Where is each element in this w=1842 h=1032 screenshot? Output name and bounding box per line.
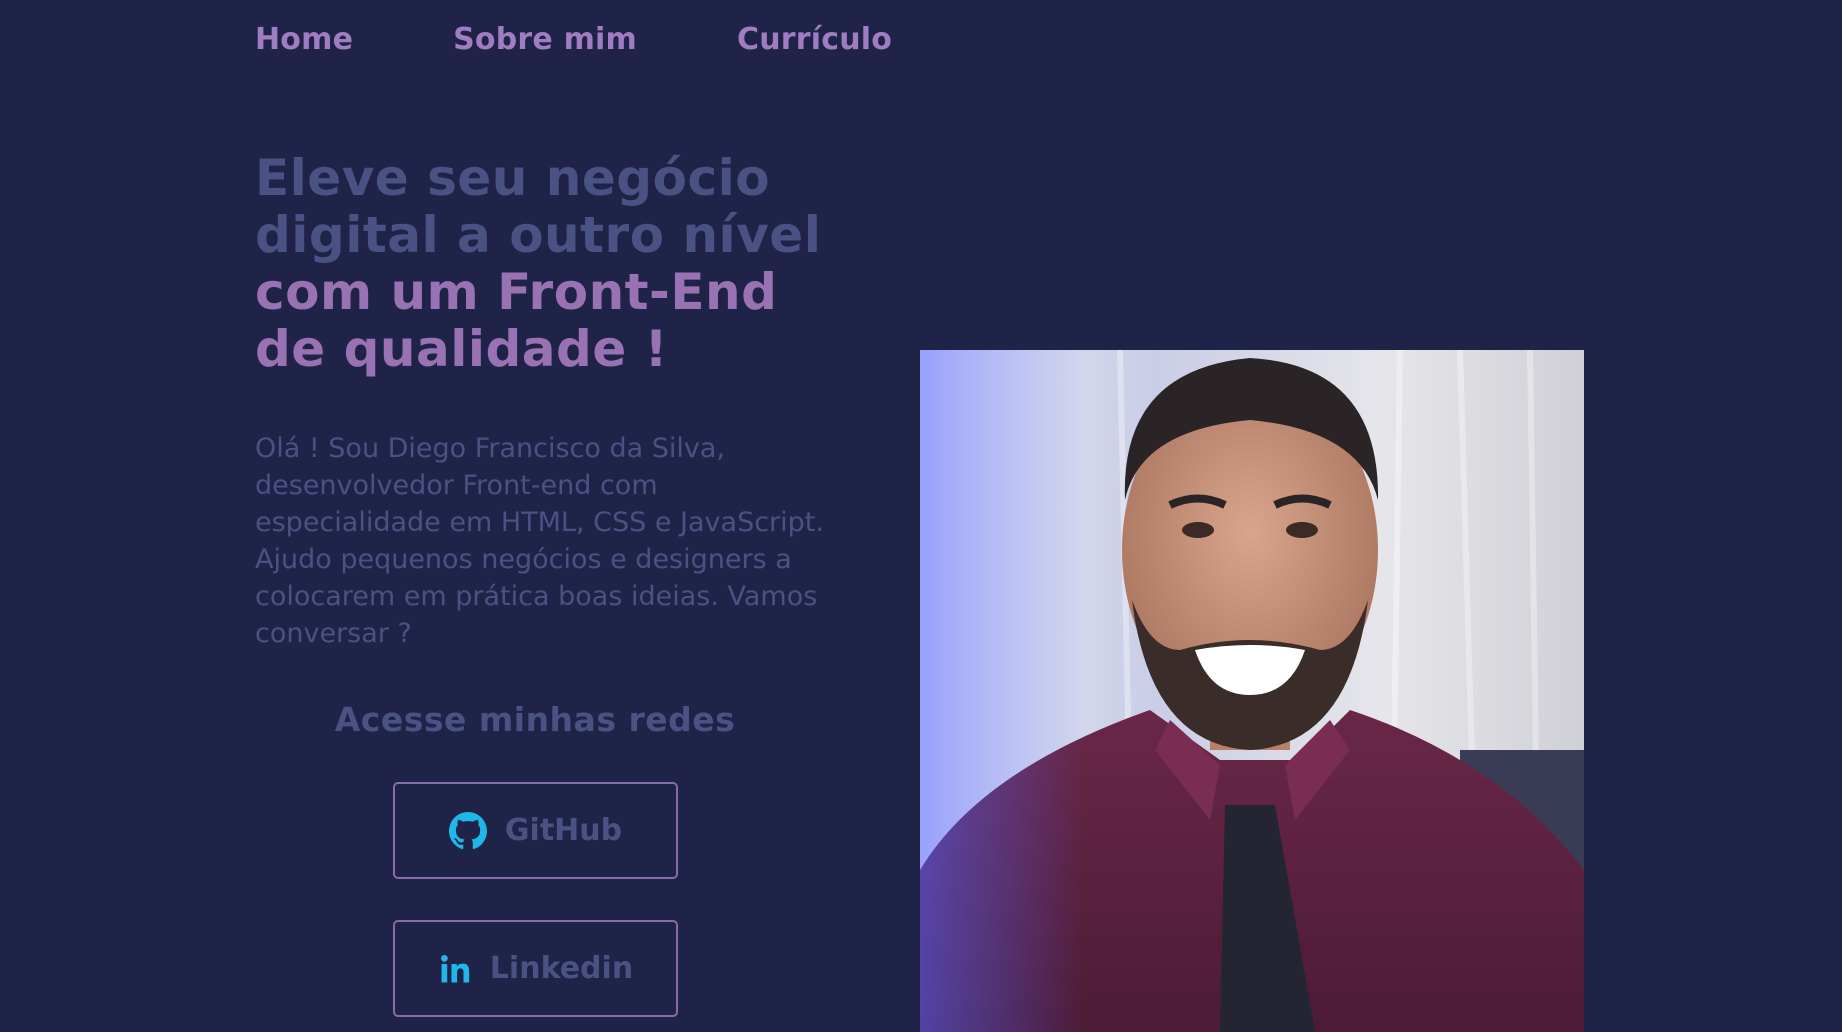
github-button[interactable]: GitHub <box>393 782 678 879</box>
social-title: Acesse minhas redes <box>334 700 736 739</box>
linkedin-button-label: Linkedin <box>489 951 634 986</box>
main-nav: Home Sobre mim Currículo <box>255 22 892 57</box>
linkedin-icon <box>438 952 472 986</box>
intro-paragraph: Olá ! Sou Diego Francisco da Silva, dese… <box>255 433 824 649</box>
hero-headline: Eleve seu negócio digital a outro nível … <box>255 150 855 378</box>
nav-home-link[interactable]: Home <box>255 22 353 57</box>
nav-resume-link[interactable]: Currículo <box>737 22 892 57</box>
nav-about-link[interactable]: Sobre mim <box>453 22 637 57</box>
profile-photo <box>920 350 1584 1032</box>
github-button-label: GitHub <box>504 813 623 848</box>
headline-part-1: Eleve seu negócio digital a outro nível <box>255 149 822 264</box>
github-icon <box>448 811 487 850</box>
headline-part-2: com um Front-End de qualidade ! <box>255 263 778 378</box>
linkedin-button[interactable]: Linkedin <box>393 920 678 1017</box>
